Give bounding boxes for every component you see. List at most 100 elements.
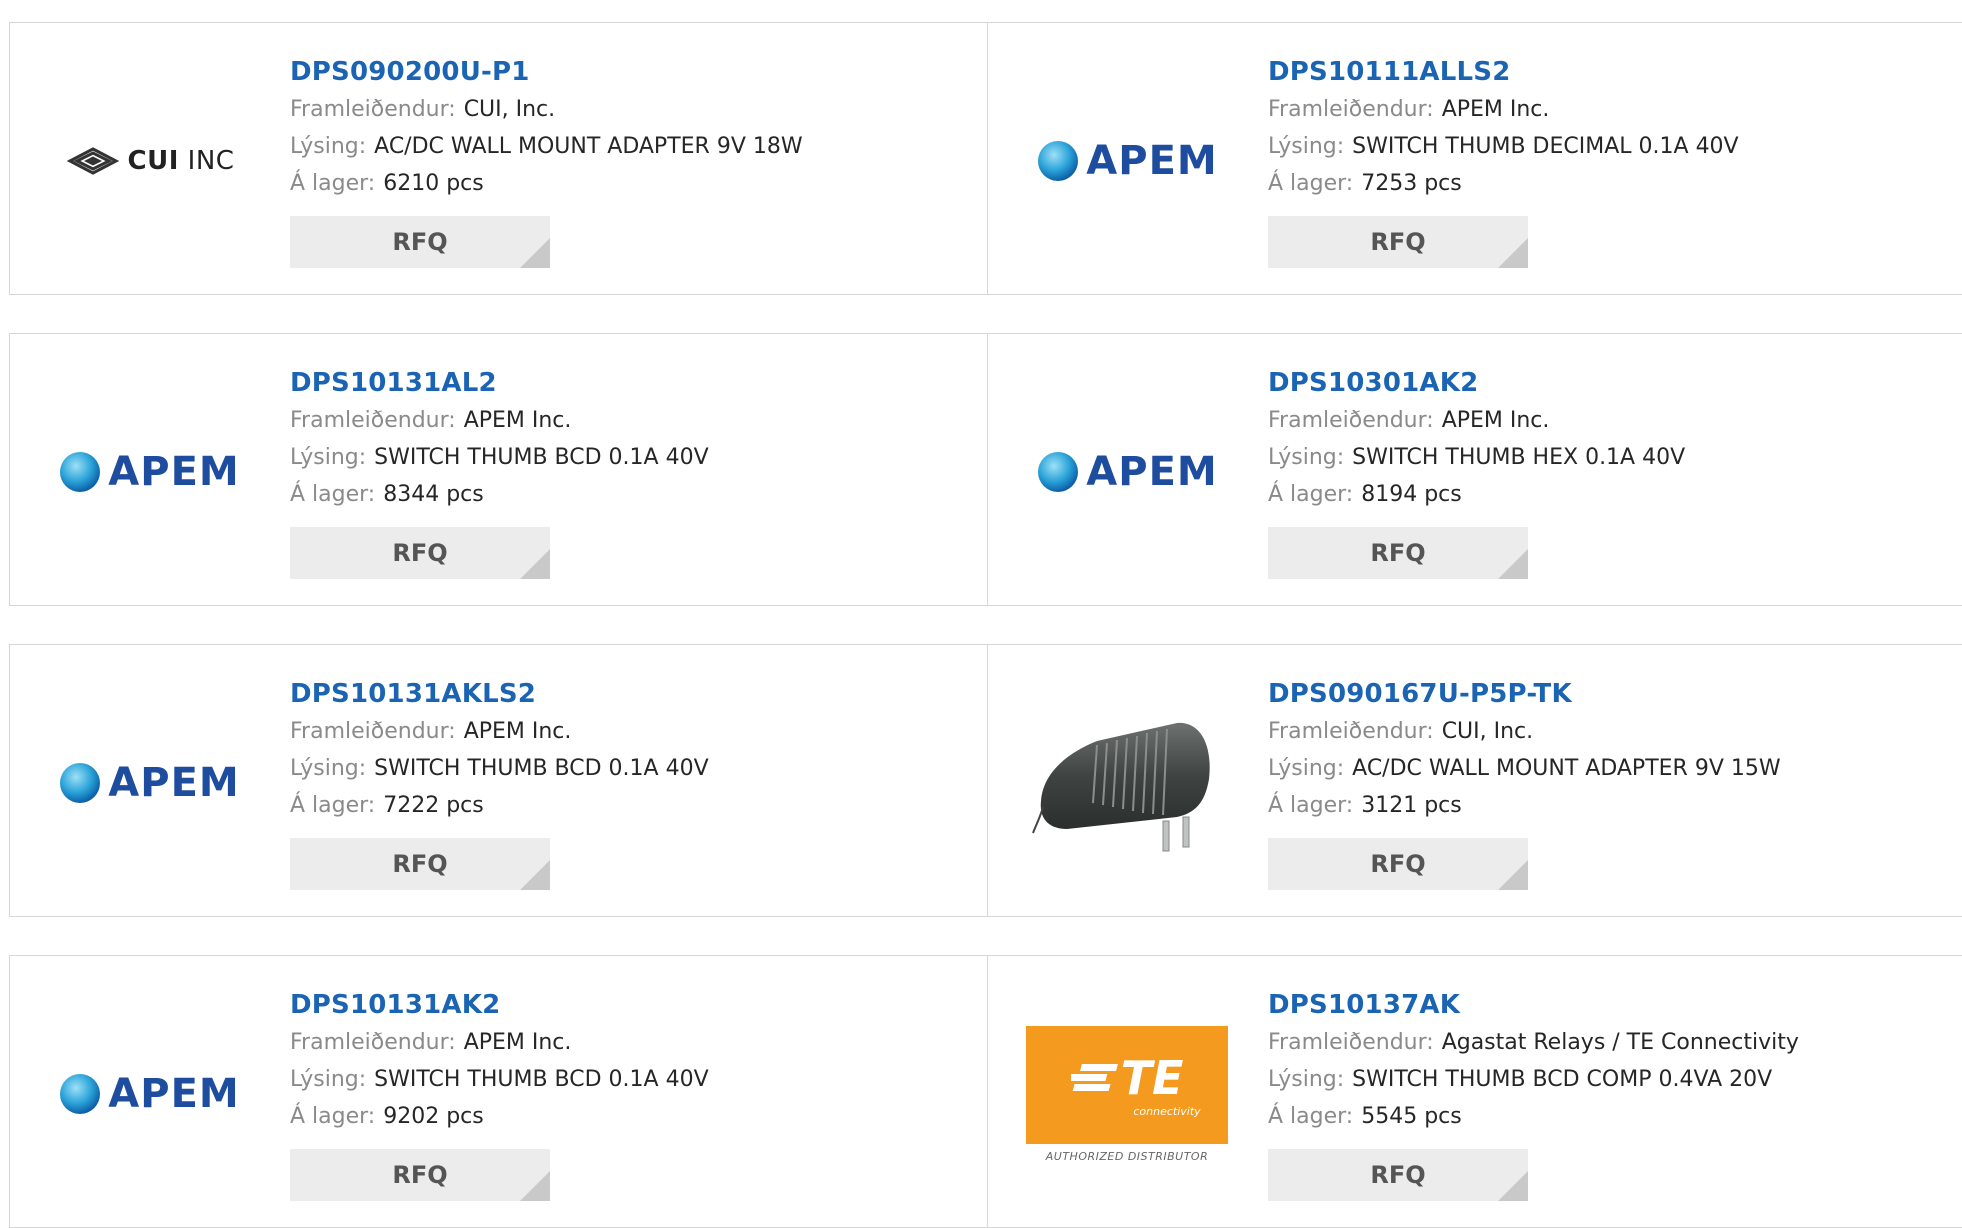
apem-logo-text: APEM [1086, 138, 1218, 184]
manufacturer-label: Framleiðendur: [1268, 1030, 1434, 1055]
stock-row: Á lager: 7253 pcs [1268, 165, 1739, 202]
part-number-link[interactable]: DPS090200U-P1 [290, 53, 803, 91]
rfq-label: RFQ [1370, 1161, 1426, 1189]
te-logo-subtext: connectivity [1133, 1105, 1201, 1118]
product-row: APEM DPS10131AL2 Framleiðendur: APEM Inc.… [9, 333, 1962, 606]
manufacturer-value: APEM Inc. [463, 719, 572, 744]
manufacturer-row: Framleiðendur: CUI, Inc. [290, 91, 803, 128]
manufacturer-value: CUI, Inc. [463, 97, 556, 122]
rfq-button[interactable]: RFQ [290, 1149, 550, 1201]
manufacturer-label: Framleiðendur: [1268, 719, 1434, 744]
description-value: SWITCH THUMB BCD 0.1A 40V [374, 1067, 709, 1092]
manufacturer-value: APEM Inc. [1441, 408, 1550, 433]
rfq-button[interactable]: RFQ [290, 216, 550, 268]
manufacturer-row: Framleiðendur: APEM Inc. [290, 713, 709, 750]
stock-label: Á lager: [1268, 793, 1354, 818]
rfq-button[interactable]: RFQ [290, 838, 550, 890]
product-card: CUI INC DPS090200U-P1 Framleiðendur: CUI,… [10, 23, 988, 294]
manufacturer-label: Framleiðendur: [290, 1030, 456, 1055]
product-card: APEM DPS10111ALLS2 Framleiðendur: APEM In… [988, 23, 1962, 294]
part-number-link[interactable]: DPS10301AK2 [1268, 364, 1685, 402]
apem-globe-icon [1038, 452, 1079, 492]
product-row: CUI INC DPS090200U-P1 Framleiðendur: CUI,… [9, 22, 1962, 295]
part-number-link[interactable]: DPS10137AK [1268, 986, 1799, 1024]
part-number-link[interactable]: DPS090167U-P5P-TK [1268, 675, 1781, 713]
description-value: AC/DC WALL MOUNT ADAPTER 9V 15W [1352, 756, 1781, 781]
part-number-link[interactable]: DPS10131AL2 [290, 364, 709, 402]
manufacturer-value: CUI, Inc. [1441, 719, 1534, 744]
manufacturer-label: Framleiðendur: [290, 408, 456, 433]
cui-mark-icon [66, 147, 119, 175]
product-card: APEM DPS10131AK2 Framleiðendur: APEM Inc.… [10, 956, 988, 1227]
description-row: Lýsing: SWITCH THUMB BCD COMP 0.4VA 20V [1268, 1061, 1799, 1098]
description-label: Lýsing: [1268, 756, 1345, 781]
description-value: SWITCH THUMB BCD 0.1A 40V [374, 756, 709, 781]
rfq-label: RFQ [392, 539, 448, 567]
rfq-button[interactable]: RFQ [1268, 1149, 1528, 1201]
stock-value: 7253 pcs [1361, 171, 1462, 196]
te-logo-text: TE [1120, 1051, 1184, 1105]
manufacturer-value: APEM Inc. [1441, 97, 1550, 122]
stock-label: Á lager: [290, 793, 376, 818]
manufacturer-label: Framleiðendur: [290, 97, 456, 122]
rfq-label: RFQ [1370, 228, 1426, 256]
apem-logo: APEM [1026, 61, 1228, 261]
stock-value: 8194 pcs [1361, 482, 1462, 507]
stock-value: 8344 pcs [383, 482, 484, 507]
stock-label: Á lager: [1268, 482, 1354, 507]
stock-row: Á lager: 8194 pcs [1268, 476, 1685, 513]
corner-decoration [520, 238, 550, 268]
description-label: Lýsing: [290, 445, 367, 470]
manufacturer-row: Framleiðendur: Agastat Relays / TE Connec… [1268, 1024, 1799, 1061]
product-card: APEM DPS10131AKLS2 Framleiðendur: APEM In… [10, 645, 988, 916]
description-label: Lýsing: [290, 1067, 367, 1092]
description-row: Lýsing: AC/DC WALL MOUNT ADAPTER 9V 15W [1268, 750, 1781, 787]
rfq-label: RFQ [1370, 539, 1426, 567]
apem-logo-text: APEM [108, 1071, 240, 1117]
manufacturer-label: Framleiðendur: [1268, 97, 1434, 122]
description-value: SWITCH THUMB BCD 0.1A 40V [374, 445, 709, 470]
corner-decoration [520, 1171, 550, 1201]
apem-logo: APEM [48, 994, 250, 1194]
corner-decoration [1498, 549, 1528, 579]
rfq-button[interactable]: RFQ [1268, 527, 1528, 579]
product-card: DPS090167U-P5P-TK Framleiðendur: CUI, Inc… [988, 645, 1962, 916]
stock-value: 3121 pcs [1361, 793, 1462, 818]
description-row: Lýsing: SWITCH THUMB BCD 0.1A 40V [290, 750, 709, 787]
stock-row: Á lager: 8344 pcs [290, 476, 709, 513]
stock-value: 7222 pcs [383, 793, 484, 818]
description-label: Lýsing: [290, 756, 367, 781]
rfq-button[interactable]: RFQ [1268, 838, 1528, 890]
manufacturer-row: Framleiðendur: CUI, Inc. [1268, 713, 1781, 750]
stock-row: Á lager: 6210 pcs [290, 165, 803, 202]
apem-logo: APEM [1026, 372, 1228, 572]
stock-row: Á lager: 9202 pcs [290, 1098, 709, 1135]
corner-decoration [520, 860, 550, 890]
te-logo: TE connectivity AUTHORIZED DISTRIBUTOR [1026, 994, 1228, 1194]
manufacturer-row: Framleiðendur: APEM Inc. [1268, 402, 1685, 439]
apem-logo-text: APEM [108, 449, 240, 495]
description-value: SWITCH THUMB BCD COMP 0.4VA 20V [1352, 1067, 1773, 1092]
stock-label: Á lager: [290, 1104, 376, 1129]
apem-globe-icon [60, 452, 101, 492]
part-number-link[interactable]: DPS10131AK2 [290, 986, 709, 1024]
cui-logo: CUI INC [48, 61, 250, 261]
product-card: TE connectivity AUTHORIZED DISTRIBUTOR D… [988, 956, 1962, 1227]
cui-logo-text: CUI [127, 146, 179, 176]
stock-row: Á lager: 5545 pcs [1268, 1098, 1799, 1135]
description-row: Lýsing: SWITCH THUMB BCD 0.1A 40V [290, 439, 709, 476]
part-number-link[interactable]: DPS10111ALLS2 [1268, 53, 1739, 91]
rfq-button[interactable]: RFQ [290, 527, 550, 579]
apem-logo: APEM [48, 372, 250, 572]
apem-globe-icon [60, 1074, 101, 1114]
stock-label: Á lager: [290, 171, 376, 196]
corner-decoration [520, 549, 550, 579]
rfq-label: RFQ [1370, 850, 1426, 878]
manufacturer-value: APEM Inc. [463, 1030, 572, 1055]
part-number-link[interactable]: DPS10131AKLS2 [290, 675, 709, 713]
apem-globe-icon [1038, 141, 1079, 181]
rfq-button[interactable]: RFQ [1268, 216, 1528, 268]
wall-adapter-photo [1026, 683, 1228, 883]
manufacturer-value: APEM Inc. [463, 408, 572, 433]
te-logo-tile: TE connectivity [1026, 1025, 1228, 1144]
